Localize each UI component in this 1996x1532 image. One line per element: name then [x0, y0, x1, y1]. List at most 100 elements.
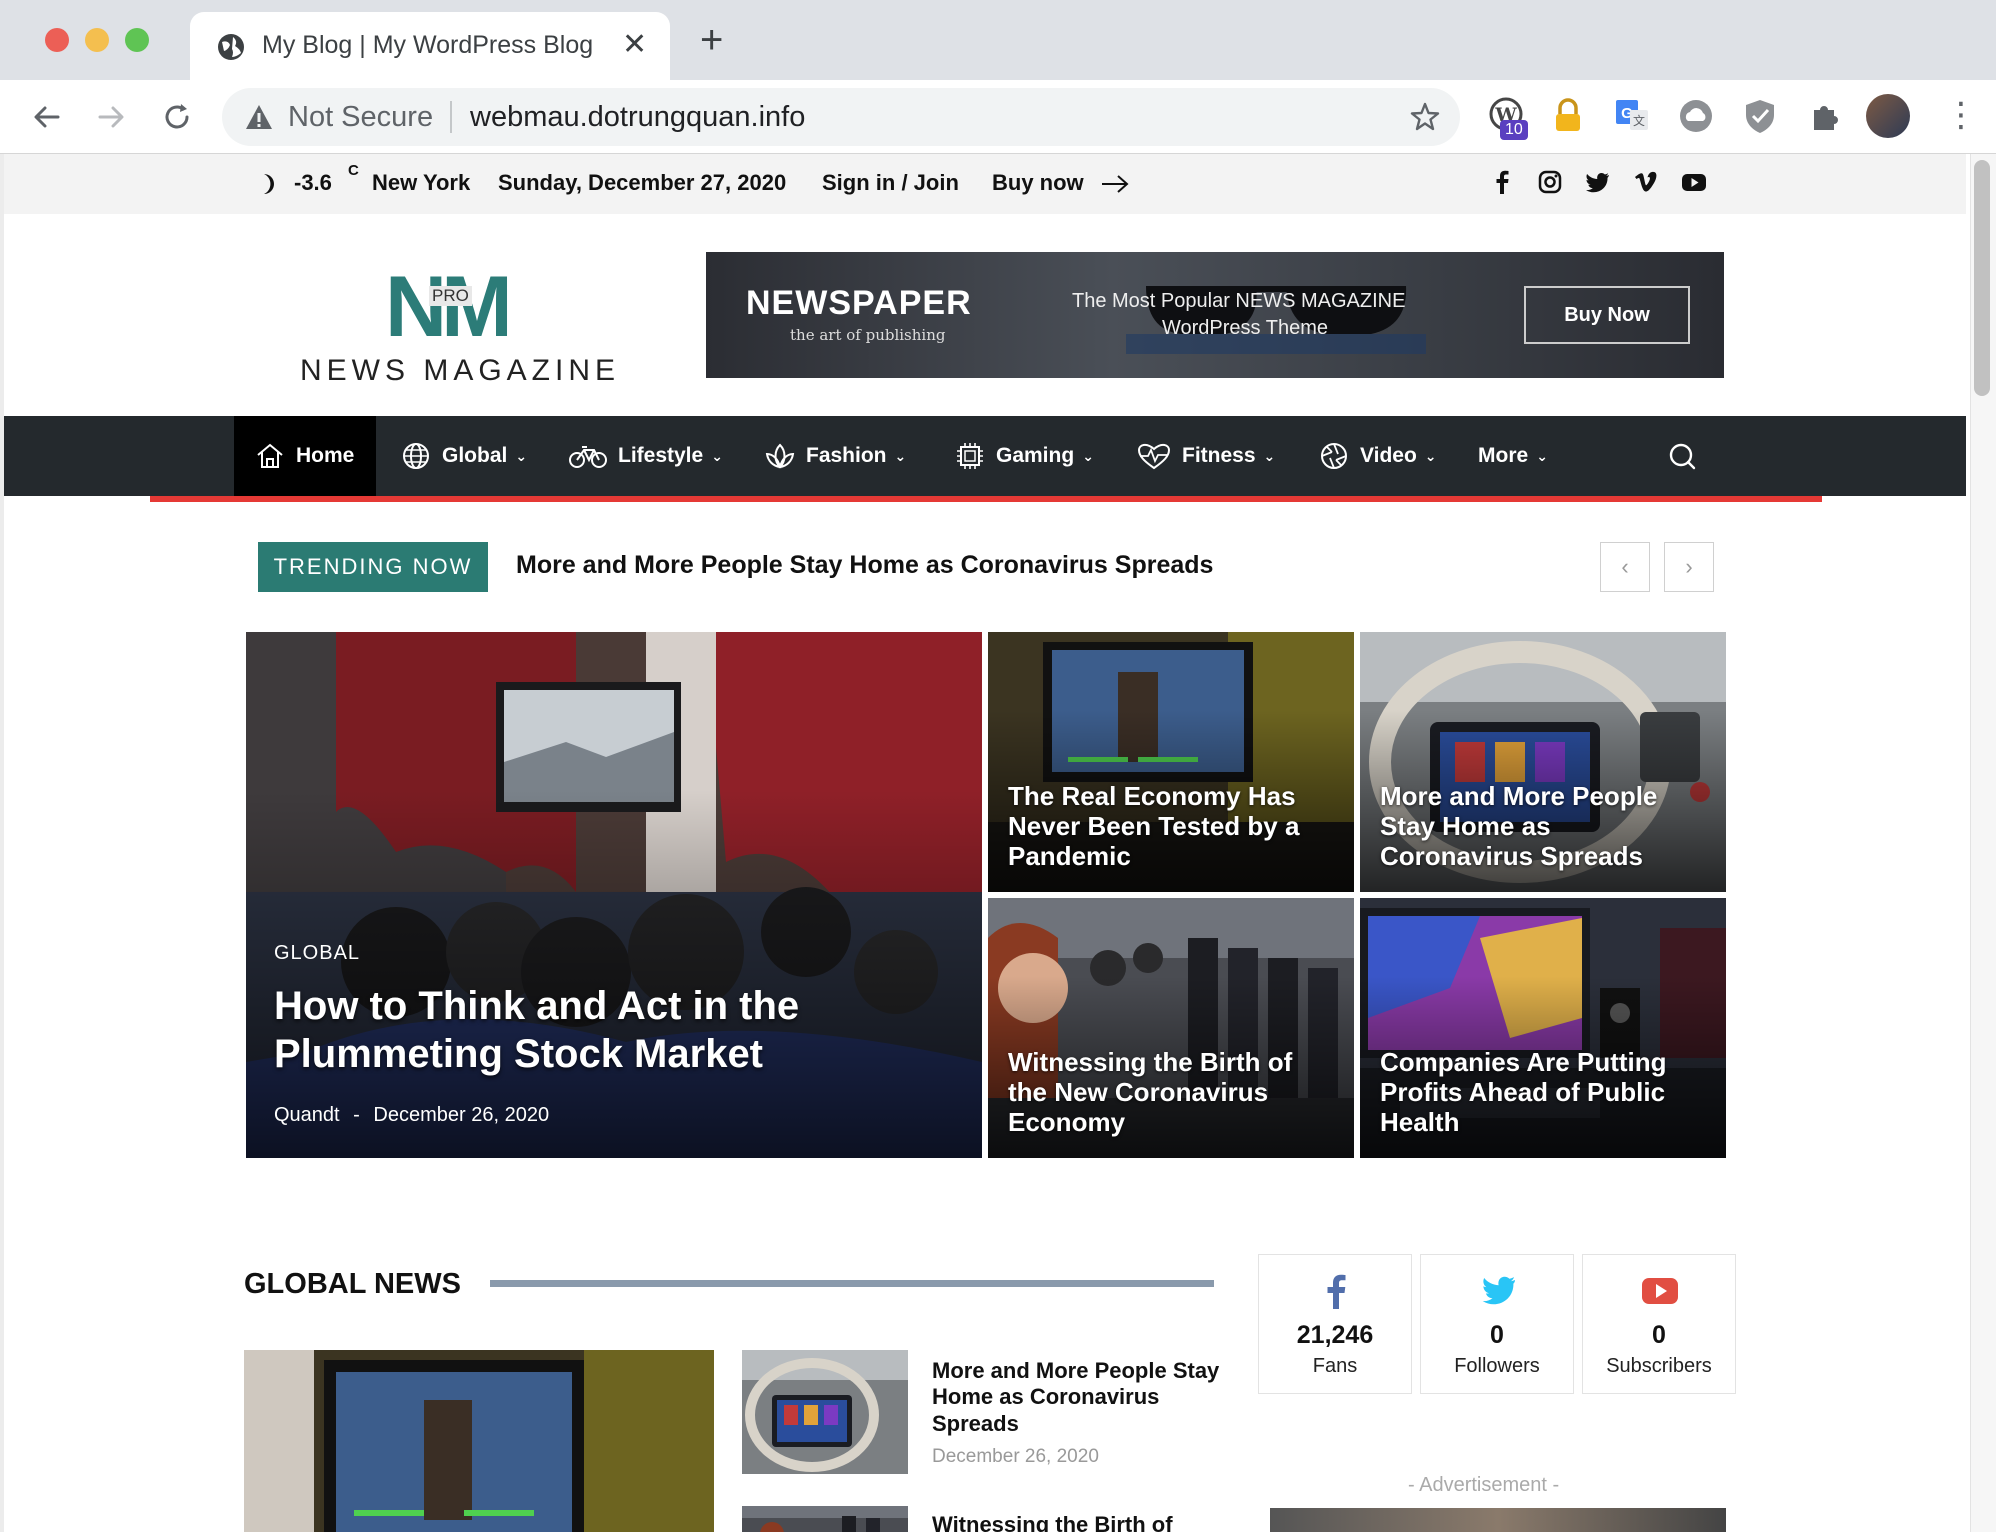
- nav-label: Global: [442, 444, 508, 467]
- new-tab-button[interactable]: +: [700, 20, 723, 60]
- tab-title: My Blog | My WordPress Blog: [262, 31, 594, 59]
- translate-extension-icon[interactable]: G 文: [1612, 96, 1652, 136]
- browser-tab[interactable]: My Blog | My WordPress Blog ✕: [190, 12, 670, 80]
- forward-arrow-icon[interactable]: [94, 100, 128, 134]
- back-arrow-icon[interactable]: [30, 100, 64, 134]
- window-close-button[interactable]: [45, 28, 69, 52]
- vimeo-icon[interactable]: [1632, 168, 1660, 196]
- post-title[interactable]: More and More People Stay Home as Corona…: [1380, 781, 1710, 872]
- tab-close-button[interactable]: ✕: [622, 27, 647, 62]
- featured-post-tile[interactable]: The Real Economy Has Never Been Tested b…: [988, 632, 1354, 892]
- url-text[interactable]: webmau.dotrungquan.info: [470, 101, 805, 134]
- logo-text: NEWS MAGAZINE: [300, 354, 621, 387]
- banner-buy-button[interactable]: Buy Now: [1524, 286, 1690, 344]
- twitter-icon[interactable]: [1584, 168, 1612, 196]
- logo-mark: NM: [385, 259, 513, 355]
- browser-tab-strip: My Blog | My WordPress Blog ✕ +: [0, 0, 1996, 80]
- nav-item-fitness[interactable]: Fitness ⌄: [1136, 416, 1275, 496]
- trending-prev-button[interactable]: ‹: [1600, 542, 1650, 592]
- chevron-down-icon: ⌄: [1424, 447, 1437, 464]
- post-title[interactable]: The Real Economy Has Never Been Tested b…: [1008, 781, 1338, 872]
- post-title[interactable]: Witnessing the Birth of the New Coronavi…: [1008, 1047, 1338, 1138]
- profile-avatar[interactable]: [1866, 94, 1910, 138]
- banner-title: NEWSPAPER: [746, 284, 972, 322]
- facebook-counter[interactable]: 21,246 Fans: [1258, 1254, 1412, 1394]
- trending-headline[interactable]: More and More People Stay Home as Corona…: [516, 551, 1213, 580]
- youtube-count-label: Subscribers: [1606, 1355, 1712, 1377]
- featured-main-post[interactable]: GLOBAL How to Think and Act in the Plumm…: [246, 632, 982, 1158]
- nav-item-fashion[interactable]: Fashion ⌄: [764, 416, 906, 496]
- global-news-thumbnail[interactable]: [742, 1350, 908, 1474]
- address-bar[interactable]: Not Secure webmau.dotrungquan.info: [222, 88, 1460, 146]
- window-minimize-button[interactable]: [85, 28, 109, 52]
- warning-icon[interactable]: [244, 103, 274, 131]
- current-date: Sunday, December 27, 2020: [498, 170, 787, 195]
- nav-label: Lifestyle: [618, 444, 704, 467]
- sign-in-link[interactable]: Sign in / Join: [822, 170, 959, 196]
- global-news-item-title[interactable]: More and More People Stay Home as Corona…: [932, 1358, 1222, 1437]
- featured-post-tile[interactable]: More and More People Stay Home as Corona…: [1360, 632, 1726, 892]
- nav-item-video[interactable]: Video ⌄: [1318, 416, 1437, 496]
- banner-tagline-2: WordPress Theme: [1162, 317, 1328, 339]
- post-category[interactable]: GLOBAL: [274, 942, 360, 965]
- twitter-count-label: Followers: [1454, 1355, 1540, 1377]
- window-zoom-button[interactable]: [125, 28, 149, 52]
- main-navigation: Home Global ⌄ Lifestyle ⌄ Fashion ⌄ Gami…: [4, 416, 1966, 496]
- browser-menu-button[interactable]: ⋮: [1944, 98, 1978, 132]
- bicycle-icon: [569, 446, 607, 468]
- cloud-extension-icon[interactable]: [1676, 96, 1716, 136]
- section-title-global-news[interactable]: GLOBAL NEWS: [244, 1268, 461, 1301]
- instagram-icon[interactable]: [1536, 168, 1564, 196]
- post-meta: Quandt - December 26, 2020: [274, 1104, 549, 1127]
- aperture-icon: [1321, 443, 1347, 469]
- arrow-right-icon[interactable]: [1100, 172, 1130, 196]
- trending-now-label: TRENDING NOW: [258, 542, 488, 592]
- facebook-icon[interactable]: [1488, 168, 1516, 196]
- global-news-thumbnail[interactable]: [742, 1506, 908, 1532]
- featured-post-tile[interactable]: Witnessing the Birth of the New Coronavi…: [988, 898, 1354, 1158]
- global-news-main-image[interactable]: [244, 1350, 714, 1532]
- nav-item-home[interactable]: Home: [234, 416, 376, 496]
- tv-game-image: [244, 1350, 714, 1532]
- bookmark-star-icon[interactable]: [1408, 100, 1442, 134]
- logo-pro-badge: PRO: [429, 286, 472, 306]
- esports-arena-image: [742, 1506, 908, 1532]
- reload-icon[interactable]: [160, 100, 194, 134]
- not-secure-label[interactable]: Not Secure: [288, 101, 433, 134]
- window-edge: [0, 154, 4, 1532]
- globe-icon: [218, 34, 244, 60]
- trending-next-button[interactable]: ›: [1664, 542, 1714, 592]
- weather-temperature: -3.6: [294, 170, 332, 195]
- buy-now-link[interactable]: Buy now: [992, 170, 1084, 196]
- nav-item-gaming[interactable]: Gaming ⌄: [954, 416, 1094, 496]
- sidebar-advertisement-image[interactable]: [1270, 1508, 1726, 1532]
- site-top-bar: -3.6 C New York Sunday, December 27, 202…: [4, 154, 1966, 214]
- header-ad-banner[interactable]: NEWSPAPER the art of publishing The Most…: [706, 252, 1724, 378]
- youtube-icon[interactable]: [1680, 168, 1708, 196]
- chevron-down-icon: ⌄: [1536, 447, 1548, 464]
- youtube-counter[interactable]: 0 Subscribers: [1582, 1254, 1736, 1394]
- nav-item-more[interactable]: More ⌄: [1478, 416, 1548, 496]
- weather-unit: C: [348, 162, 359, 179]
- banner-subtitle: the art of publishing: [790, 326, 946, 344]
- post-author[interactable]: Quandt: [274, 1104, 340, 1126]
- page-scrollbar-thumb[interactable]: [1974, 160, 1990, 396]
- twitter-counter[interactable]: 0 Followers: [1420, 1254, 1574, 1394]
- site-logo[interactable]: NM PRO NEWS MAGAZINE: [295, 259, 615, 387]
- featured-post-tile[interactable]: Companies Are Putting Profits Ahead of P…: [1360, 898, 1726, 1158]
- global-news-item-title[interactable]: Witnessing the Birth of: [932, 1512, 1173, 1532]
- address-separator: [450, 101, 452, 133]
- nav-item-global[interactable]: Global ⌄: [400, 416, 527, 496]
- shield-extension-icon[interactable]: [1740, 96, 1780, 136]
- post-title[interactable]: Companies Are Putting Profits Ahead of P…: [1380, 1047, 1710, 1138]
- lock-extension-icon[interactable]: [1548, 96, 1588, 136]
- chevron-down-icon: ⌄: [1263, 447, 1276, 464]
- nav-item-lifestyle[interactable]: Lifestyle ⌄: [568, 416, 723, 496]
- youtube-count: 0: [1652, 1321, 1666, 1349]
- chevron-down-icon: ⌄: [1082, 447, 1094, 464]
- search-icon[interactable]: [1666, 440, 1698, 472]
- puzzle-extensions-icon[interactable]: [1806, 96, 1846, 136]
- post-title[interactable]: How to Think and Act in the Plummeting S…: [274, 982, 834, 1078]
- browser-toolbar: Not Secure webmau.dotrungquan.info W 10 …: [0, 80, 1996, 154]
- chip-icon: [957, 443, 983, 469]
